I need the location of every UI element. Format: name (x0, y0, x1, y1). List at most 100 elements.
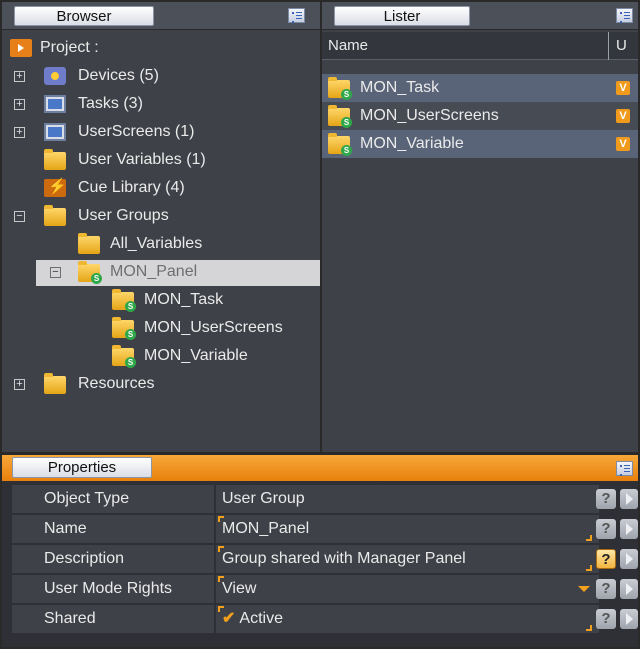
tree-item-mon-panel[interactable]: − S MON_Panel (10, 258, 310, 286)
collapse-icon[interactable]: − (50, 267, 61, 278)
expand-icon[interactable]: + (14, 71, 25, 82)
tree-label: UserScreens (1) (78, 123, 195, 140)
variables-folder-icon (44, 149, 66, 170)
shared-folder-icon: S (112, 317, 136, 340)
col-u[interactable]: U (616, 37, 627, 54)
tree-item-tasks[interactable]: + Tasks (3) (10, 90, 310, 118)
property-user-mode-rights: User Mode Rights View ? (12, 575, 640, 603)
dropdown-icon[interactable] (578, 586, 590, 592)
tree-label: Tasks (3) (78, 95, 143, 112)
tree-label: MON_Variable (144, 347, 248, 364)
userscreens-icon (44, 123, 66, 141)
help-icon[interactable]: ? (596, 489, 616, 509)
edit-corner-marker (218, 606, 224, 612)
expand-icon[interactable]: + (14, 99, 25, 110)
name-field[interactable]: MON_Panel (216, 515, 599, 543)
tree-label: All_Variables (110, 235, 203, 252)
property-description: Description Group shared with Manager Pa… (12, 545, 640, 573)
arrow-right-icon[interactable] (620, 609, 638, 629)
edit-corner-marker (218, 546, 224, 552)
property-name: Shared (12, 605, 214, 633)
tree-item-user-variables[interactable]: User Variables (1) (10, 146, 310, 174)
properties-menu-icon[interactable] (616, 461, 633, 476)
property-name: Name (12, 515, 214, 543)
shared-folder-icon: S (112, 289, 136, 312)
tree-label: MON_Task (144, 291, 224, 308)
tree-item-userscreens[interactable]: + UserScreens (1) (10, 118, 310, 146)
description-field[interactable]: Group shared with Manager Panel (216, 545, 599, 573)
tree-project-root[interactable]: Project : (10, 34, 310, 62)
browser-panel: Browser Project : + Devices (5) + Tasks … (2, 2, 320, 452)
tree-item-cue-library[interactable]: Cue Library (4) (10, 173, 310, 202)
shared-folder-icon: S (112, 345, 136, 368)
tree-item-resources[interactable]: + Resources (10, 370, 310, 398)
user-flag-badge: V (616, 137, 630, 151)
property-shared: Shared ✔ Active ? (12, 605, 640, 633)
help-icon[interactable]: ? (596, 579, 616, 599)
expand-icon[interactable]: + (14, 379, 25, 390)
property-name-row: Name MON_Panel ? (12, 515, 640, 543)
edit-corner-marker (586, 565, 592, 571)
property-name: Object Type (12, 485, 214, 513)
tree-item-all-variables[interactable]: All_Variables (10, 230, 310, 258)
devices-icon (44, 67, 66, 85)
user-flag-badge: V (616, 109, 630, 123)
lister-tab[interactable]: Lister (334, 6, 470, 26)
help-icon[interactable]: ? (596, 549, 616, 569)
browser-menu-icon[interactable] (288, 8, 305, 23)
tree-item-mon-userscreens[interactable]: S MON_UserScreens (10, 314, 310, 342)
property-object-type: Object Type User Group ? (12, 485, 640, 513)
col-name[interactable]: Name (328, 37, 368, 54)
shared-checkbox[interactable]: ✔ Active (216, 605, 599, 633)
play-icon (10, 39, 32, 57)
lister-row-mon-task[interactable]: S MON_Task V (328, 74, 638, 102)
shared-folder-icon: S (78, 261, 102, 284)
arrow-right-icon[interactable] (620, 489, 638, 509)
lister-menu-icon[interactable] (616, 8, 633, 23)
lister-label: MON_UserScreens (360, 107, 499, 124)
arrow-right-icon[interactable] (620, 579, 638, 599)
expand-icon[interactable]: + (14, 127, 25, 138)
tree-label: MON_UserScreens (144, 319, 283, 336)
tree-item-user-groups[interactable]: − User Groups (10, 202, 310, 230)
properties-panel: Properties Object Type User Group ? Name… (2, 455, 638, 647)
user-mode-rights-select[interactable]: View (216, 575, 599, 603)
help-icon[interactable]: ? (596, 519, 616, 539)
help-icon[interactable]: ? (596, 609, 616, 629)
property-value: User Group (216, 485, 599, 513)
shared-folder-icon: S (328, 77, 352, 100)
edit-corner-marker (218, 516, 224, 522)
lister-row-mon-variable[interactable]: S MON_Variable V (328, 130, 638, 158)
tree-item-mon-variable[interactable]: S MON_Variable (10, 342, 310, 370)
col-divider[interactable] (608, 32, 609, 60)
variables-folder-icon (78, 233, 100, 254)
user-flag-badge: V (616, 81, 630, 95)
tree-label: Devices (5) (78, 67, 159, 84)
checkmark-icon: ✔ (222, 610, 236, 627)
lister-row-mon-userscreens[interactable]: S MON_UserScreens V (328, 102, 638, 130)
tree-label: MON_Panel (110, 263, 198, 280)
tree-item-mon-task[interactable]: S MON_Task (10, 286, 310, 314)
lister-column-header: Name U (322, 32, 638, 60)
lister-panel: Lister Name U S MON_Task V S MON_UserScr… (322, 2, 638, 452)
tree-item-devices[interactable]: + Devices (5) (10, 62, 310, 90)
lister-label: MON_Task (360, 79, 440, 96)
arrow-right-icon[interactable] (620, 519, 638, 539)
tree-label: User Variables (1) (78, 151, 206, 168)
collapse-icon[interactable]: − (14, 211, 25, 222)
property-name: Description (12, 545, 214, 573)
lister-header: Lister (322, 2, 638, 30)
edit-corner-marker (218, 576, 224, 582)
browser-header: Browser (2, 2, 320, 30)
properties-tab[interactable]: Properties (12, 457, 152, 478)
tree-label: User Groups (78, 207, 169, 224)
lister-label: MON_Variable (360, 135, 464, 152)
shared-value: Active (239, 610, 283, 627)
shared-folder-icon: S (328, 133, 352, 156)
arrow-right-icon[interactable] (620, 549, 638, 569)
tasks-icon (44, 95, 66, 113)
tree-label: Resources (78, 375, 155, 392)
browser-tab[interactable]: Browser (14, 6, 154, 26)
folder-icon (44, 373, 66, 394)
shared-folder-icon: S (328, 105, 352, 128)
